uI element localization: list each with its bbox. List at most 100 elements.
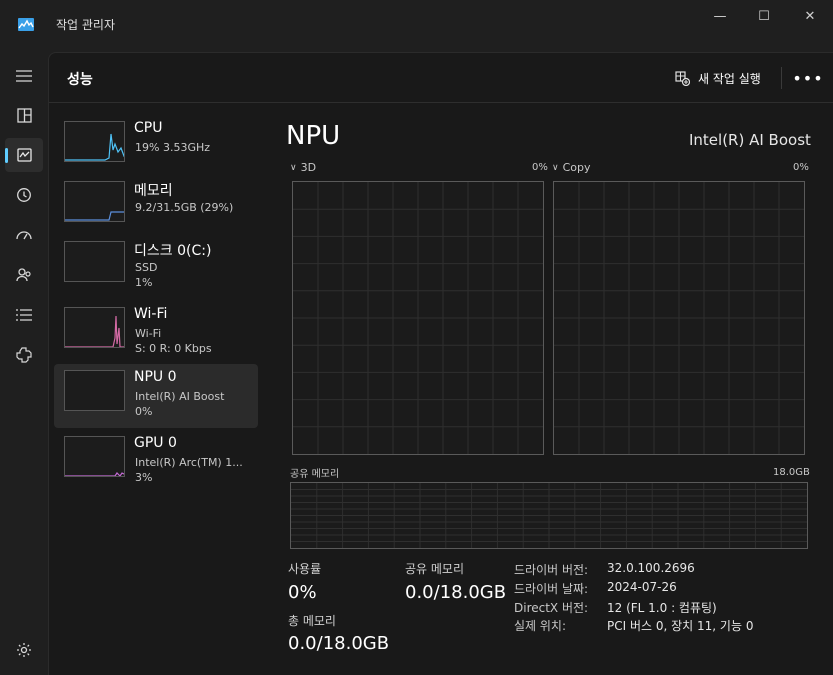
device-detail-line1: SSD <box>135 261 158 274</box>
utilization-value: 0% <box>288 582 317 603</box>
chevron-down-icon: ∨ <box>552 162 559 173</box>
device-sparkline <box>65 315 124 347</box>
page-header: 성능 새 작업 실행 ••• <box>49 53 833 103</box>
performance-icon <box>16 148 32 162</box>
device-detail-line1: Intel(R) AI Boost <box>135 390 225 403</box>
device-detail-line1: Intel(R) Arc(TM) 1... <box>135 456 243 469</box>
close-button[interactable]: ✕ <box>799 6 821 26</box>
device-item-memory[interactable]: 메모리 9.2/31.5GB (29%) <box>54 175 258 239</box>
device-name: NPU 0 <box>134 369 177 385</box>
shared-memory-graph-max: 18.0GB <box>773 467 810 478</box>
detail-device-name: Intel(R) AI Boost <box>689 131 811 149</box>
device-sparkline <box>65 211 124 221</box>
device-item-cpu[interactable]: CPU 19% 3.53GHz <box>54 115 258 179</box>
device-thumbnail <box>64 436 125 477</box>
run-new-task-button[interactable]: 새 작업 실행 <box>675 67 761 89</box>
driver-version-key: 드라이버 버전: <box>514 563 589 577</box>
active-indicator <box>5 148 8 163</box>
total-memory-value: 0.0/18.0GB <box>288 633 390 654</box>
total-memory-label: 총 메모리 <box>288 614 336 628</box>
title-bar: 작업 관리자 — ☐ ✕ <box>0 0 833 50</box>
sparkline-path <box>65 211 124 221</box>
shared-memory-graph <box>290 482 808 549</box>
details-icon <box>16 309 32 321</box>
window-title: 작업 관리자 <box>56 18 116 32</box>
device-detail-line2: 1% <box>135 276 153 289</box>
nav-details[interactable] <box>5 298 43 332</box>
engine-label-3d: 3D <box>300 161 317 174</box>
physical-location-value: PCI 버스 0, 장치 11, 기능 0 <box>607 619 754 633</box>
new-task-icon <box>675 70 690 86</box>
device-sparkline <box>65 133 124 161</box>
chevron-down-icon: ∨ <box>290 162 297 173</box>
device-thumbnail <box>64 121 125 162</box>
device-item-npu[interactable]: NPU 0 Intel(R) AI Boost 0% <box>54 364 258 428</box>
shared-memory-value: 0.0/18.0GB <box>405 582 507 603</box>
nav-performance[interactable] <box>5 138 43 172</box>
minimize-button[interactable]: — <box>709 6 731 26</box>
navigation-rail <box>0 50 48 675</box>
detail-panel: NPU Intel(R) AI Boost ∨ 3D 0% ∨ Copy 0% … <box>274 113 814 673</box>
device-item-disk[interactable]: 디스크 0(C:) SSD 1% <box>54 235 258 299</box>
device-name: Wi-Fi <box>134 306 168 322</box>
device-name: CPU <box>134 120 163 136</box>
device-name: GPU 0 <box>134 435 177 451</box>
device-detail-line1: 19% 3.53GHz <box>135 141 211 154</box>
device-name: 디스크 0(C:) <box>134 243 212 259</box>
sparkline-path <box>65 472 124 476</box>
device-thumbnail <box>64 241 125 282</box>
detail-title: NPU <box>286 121 341 151</box>
shared-memory-label: 공유 메모리 <box>405 562 465 576</box>
engine-graph-3d <box>292 181 544 455</box>
app-history-icon <box>17 188 31 202</box>
nav-app-history[interactable] <box>5 178 43 212</box>
device-item-gpu[interactable]: GPU 0 Intel(R) Arc(TM) 1... 3% <box>54 430 258 494</box>
engine-label-copy: Copy <box>562 161 591 174</box>
device-detail-line2: 0% <box>135 405 153 418</box>
device-thumbnail <box>64 181 125 222</box>
hamburger-icon <box>16 70 32 82</box>
physical-location-key: 실제 위치: <box>514 619 567 633</box>
page-title: 성능 <box>67 72 93 88</box>
task-manager-app-icon <box>18 18 34 31</box>
settings-icon <box>17 643 31 657</box>
nav-users[interactable] <box>5 258 43 292</box>
processes-icon <box>16 107 32 123</box>
nav-menu-button[interactable] <box>5 59 43 93</box>
directx-version-value: 12 (FL 1.0 : 컴퓨팅) <box>607 601 717 615</box>
sparkline-path <box>65 133 124 161</box>
driver-date-value: 2024-07-26 <box>607 580 677 594</box>
engine-graph-copy <box>553 181 805 455</box>
main-content: 성능 새 작업 실행 ••• CPU 19% 3.53GHz 메모리 9.2/31.5… <box>48 52 833 675</box>
nav-services[interactable] <box>5 338 43 372</box>
more-options-button[interactable]: ••• <box>792 67 822 89</box>
engine-pct-copy: 0% <box>793 162 809 173</box>
device-sparkline <box>65 472 124 476</box>
run-new-task-label: 새 작업 실행 <box>698 71 761 86</box>
startup-apps-icon <box>16 231 32 240</box>
graph-grid <box>291 483 807 548</box>
driver-date-key: 드라이버 날짜: <box>514 582 589 596</box>
graph-grid <box>554 182 804 454</box>
driver-version-value: 32.0.100.2696 <box>607 561 695 575</box>
nav-startup-apps[interactable] <box>5 218 43 252</box>
directx-version-key: DirectX 버전: <box>514 601 589 615</box>
sparkline-path <box>65 315 124 347</box>
engine-selector-3d[interactable]: ∨ 3D <box>290 161 316 174</box>
nav-processes[interactable] <box>5 98 43 132</box>
device-detail-line1: Wi-Fi <box>135 327 162 340</box>
header-divider <box>781 67 782 89</box>
services-icon <box>16 347 32 363</box>
device-thumbnail <box>64 370 125 411</box>
device-detail-line2: 3% <box>135 471 153 484</box>
device-thumbnail <box>64 307 125 348</box>
maximize-button[interactable]: ☐ <box>753 6 775 26</box>
graph-grid <box>293 182 543 454</box>
device-detail-line1: 9.2/31.5GB (29%) <box>135 201 234 214</box>
nav-settings[interactable] <box>5 633 43 667</box>
engine-pct-3d: 0% <box>532 162 548 173</box>
device-item-wifi[interactable]: Wi-Fi Wi-Fi S: 0 R: 0 Kbps <box>54 301 258 365</box>
utilization-label: 사용률 <box>288 562 322 576</box>
engine-selector-copy[interactable]: ∨ Copy <box>552 161 591 174</box>
shared-memory-graph-label: 공유 메모리 <box>290 469 340 480</box>
